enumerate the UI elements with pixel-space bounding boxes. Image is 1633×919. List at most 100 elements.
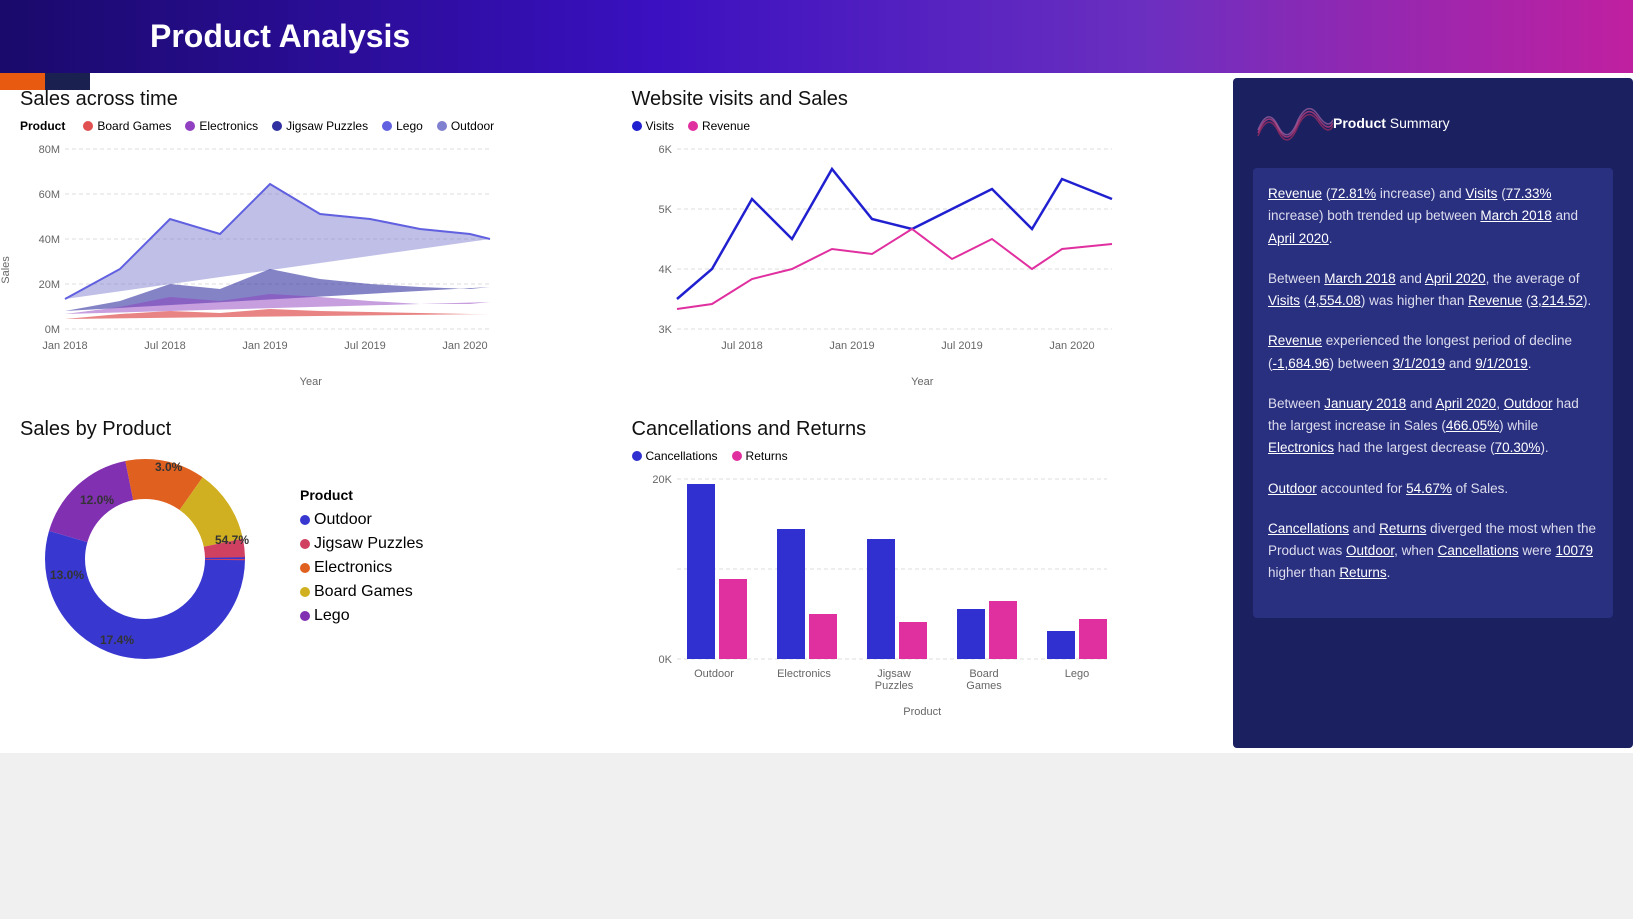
donut-label-electronics: Electronics: [314, 559, 392, 577]
legend-dot-board-games: [83, 121, 93, 131]
summary-wave-icon: [1253, 98, 1333, 148]
donut-legend: Product Outdoor Jigsaw Puzzles: [300, 487, 423, 631]
visits-avg: 4,554.08: [1308, 293, 1361, 308]
donut-label-outdoor: Outdoor: [314, 511, 372, 529]
svg-text:0M: 0M: [45, 324, 60, 336]
jan-2018-link: January 2018: [1324, 396, 1406, 411]
cancellations-legend: Cancellations Returns: [632, 449, 1214, 463]
donut-dot-jigsaw: [300, 539, 310, 549]
cancellations-section: Cancellations and Returns Cancellations …: [632, 418, 1214, 718]
outdoor-link-3: Outdoor: [1346, 543, 1394, 558]
outdoor-returns-bar: [719, 579, 747, 659]
april-2020-link-3: April 2020: [1435, 396, 1496, 411]
legend-revenue: Revenue: [688, 119, 750, 133]
donut-legend-jigsaw: Jigsaw Puzzles: [300, 535, 423, 553]
svg-text:Board: Board: [969, 668, 998, 680]
header: Product Analysis: [0, 0, 1633, 73]
cancellations-chart-container: 20K 0K: [632, 469, 1214, 718]
donut-dot-electronics: [300, 563, 310, 573]
svg-text:20M: 20M: [39, 279, 60, 291]
donut-svg: 54.7% 17.4% 13.0% 12.0% 3.0%: [20, 449, 270, 669]
lego-pct-label: 17.4%: [100, 633, 134, 647]
sales-chart-svg: 80M 60M 40M 20M 0M: [20, 139, 510, 369]
electronics-returns-bar: [809, 614, 837, 659]
jigsaw-cancel-bar: [867, 539, 895, 659]
svg-text:Jul 2018: Jul 2018: [721, 340, 763, 352]
summary-title: Product Summary: [1333, 112, 1450, 134]
svg-text:6K: 6K: [658, 144, 672, 156]
board-games-pct-label: 12.0%: [80, 493, 114, 507]
revenue-link-1: Revenue: [1268, 186, 1322, 201]
revenue-avg: 3,214.52: [1530, 293, 1583, 308]
electronics-link: Electronics: [1268, 440, 1334, 455]
legend-dot-revenue: [688, 121, 698, 131]
left-panel: Sales across time Product Board Games El…: [0, 78, 1233, 748]
legend-outdoor: Outdoor: [437, 119, 494, 133]
summary-p3: Revenue experienced the longest period o…: [1268, 330, 1598, 375]
donut-legend-outdoor: Outdoor: [300, 511, 423, 529]
svg-text:Jul 2018: Jul 2018: [144, 340, 186, 352]
returns-link-2: Returns: [1339, 565, 1386, 580]
legend-label-jigsaw: Jigsaw Puzzles: [286, 119, 368, 133]
legend-label-cancellations: Cancellations: [646, 449, 718, 463]
svg-text:Jan 2019: Jan 2019: [242, 340, 287, 352]
donut-hole: [90, 504, 200, 614]
march-2018-link-2: March 2018: [1324, 271, 1395, 286]
svg-text:Outdoor: Outdoor: [694, 668, 734, 680]
summary-content: Revenue (72.81% increase) and Visits (77…: [1253, 168, 1613, 618]
lego-cancel-bar: [1047, 631, 1075, 659]
legend-visits: Visits: [632, 119, 674, 133]
legend-dot-returns: [732, 451, 742, 461]
visits-link-2: Visits: [1268, 293, 1300, 308]
svg-text:Electronics: Electronics: [777, 668, 831, 680]
website-visits-section: Website visits and Sales Visits Revenue: [632, 88, 1214, 388]
sales-by-product-title: Sales by Product: [20, 418, 602, 441]
legend-label-returns: Returns: [746, 449, 788, 463]
svg-text:5K: 5K: [658, 204, 672, 216]
sales-by-product-section: Sales by Product: [20, 418, 602, 718]
lego-returns-bar: [1079, 619, 1107, 659]
page-title: Product Analysis: [150, 18, 410, 55]
svg-text:Jan 2019: Jan 2019: [829, 340, 874, 352]
donut-dot-board-games: [300, 587, 310, 597]
legend-dot-lego: [382, 121, 392, 131]
march-2018-link: March 2018: [1480, 208, 1551, 223]
electronics-cancel-bar: [777, 529, 805, 659]
donut-label-jigsaw: Jigsaw Puzzles: [314, 535, 423, 553]
svg-text:Puzzles: Puzzles: [874, 680, 913, 692]
svg-text:40M: 40M: [39, 234, 60, 246]
summary-p5: Outdoor accounted for 54.67% of Sales.: [1268, 478, 1598, 500]
visits-chart-container: 6K 5K 4K 3K Jul 2018 Jan 2019 Jul 2019: [632, 139, 1214, 388]
legend-electronics: Electronics: [185, 119, 258, 133]
summary-p1: Revenue (72.81% increase) and Visits (77…: [1268, 183, 1598, 250]
outdoor-cancel-bar: [687, 484, 715, 659]
sales-x-axis-title: Year: [20, 376, 602, 388]
outdoor-link-2: Outdoor: [1268, 481, 1317, 496]
revenue-link-3: Revenue: [1268, 333, 1322, 348]
april-2020-link-2: April 2020: [1425, 271, 1486, 286]
summary-title-bold: Product: [1333, 115, 1386, 131]
donut-label-lego: Lego: [314, 607, 350, 625]
svg-text:Jigsaw: Jigsaw: [877, 668, 911, 680]
revenue-pct-1: 72.81%: [1330, 186, 1376, 201]
website-visits-title: Website visits and Sales: [632, 88, 1214, 111]
legend-dot-jigsaw: [272, 121, 282, 131]
svg-text:20K: 20K: [652, 474, 672, 486]
legend-jigsaw: Jigsaw Puzzles: [272, 119, 368, 133]
svg-text:60M: 60M: [39, 189, 60, 201]
visits-line: [677, 169, 1112, 299]
legend-cancellations: Cancellations: [632, 449, 718, 463]
sales-legend: Product Board Games Electronics Jigsaw P…: [20, 119, 602, 133]
visits-chart-svg: 6K 5K 4K 3K Jul 2018 Jan 2019 Jul 2019: [632, 139, 1122, 369]
jigsaw-pct-label: 3.0%: [155, 460, 183, 474]
cancellations-link: Cancellations: [1268, 521, 1349, 536]
svg-text:Jan 2018: Jan 2018: [42, 340, 87, 352]
legend-label-outdoor: Outdoor: [451, 119, 494, 133]
legend-board-games: Board Games: [83, 119, 171, 133]
cancellations-link-2: Cancellations: [1438, 543, 1519, 558]
board-games-returns-bar: [989, 601, 1017, 659]
outdoor-share: 54.67%: [1406, 481, 1452, 496]
svg-text:Jan 2020: Jan 2020: [1049, 340, 1094, 352]
legend-dot-cancellations: [632, 451, 642, 461]
board-games-cancel-bar: [957, 609, 985, 659]
